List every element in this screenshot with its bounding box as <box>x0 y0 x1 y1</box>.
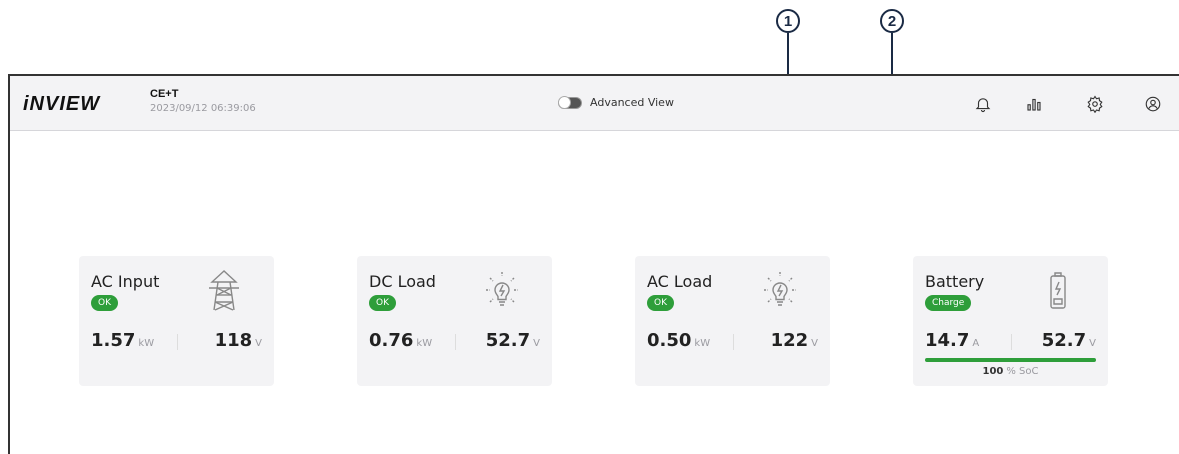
callout-2: 2 <box>880 9 904 33</box>
card-dc-load[interactable]: DC Load OK 0.76 kW 52.7 V <box>357 256 552 386</box>
status-badge: Charge <box>925 295 972 311</box>
soc-progress-fill <box>925 358 1096 362</box>
card-title: DC Load <box>369 272 436 291</box>
card-values: 0.76 kW 52.7 V <box>369 330 540 354</box>
voltage-value: 122 V <box>770 330 818 351</box>
header-bar: iNVIEW CE+T 2023/09/12 06:39:06 Advanced… <box>10 76 1179 131</box>
power-value: 0.76 kW <box>369 330 433 351</box>
pylon-icon <box>204 268 244 312</box>
status-badge: OK <box>369 295 396 311</box>
site-name: CE+T <box>150 88 179 100</box>
divider <box>455 334 456 350</box>
advanced-view-label: Advanced View <box>590 96 674 109</box>
divider <box>1011 334 1012 350</box>
battery-icon <box>1038 268 1078 312</box>
advanced-view-toggle[interactable] <box>558 95 582 109</box>
soc-label: 100% SoC <box>982 366 1039 377</box>
app-window: iNVIEW CE+T 2023/09/12 06:39:06 Advanced… <box>8 74 1179 454</box>
bulb-icon <box>482 268 522 312</box>
card-values: 1.57 kW 118 V <box>91 330 262 354</box>
timestamp: 2023/09/12 06:39:06 <box>150 103 256 114</box>
gear-icon[interactable] <box>1085 94 1105 114</box>
app-logo: iNVIEW <box>23 93 101 115</box>
card-battery[interactable]: Battery Charge 14.7 A 52.7 V 100% SoC <box>913 256 1108 386</box>
status-badge: OK <box>647 295 674 311</box>
card-ac-input[interactable]: AC Input OK 1.57 kW 118 V <box>79 256 274 386</box>
soc-progress-bar <box>925 358 1096 362</box>
card-values: 14.7 A 52.7 V <box>925 330 1096 354</box>
callout-1: 1 <box>776 9 800 33</box>
advanced-view-toggle-group[interactable]: Advanced View <box>558 95 674 109</box>
power-value: 1.57 kW <box>91 330 155 351</box>
current-value: 14.7 A <box>925 330 980 351</box>
bell-icon[interactable] <box>973 94 993 114</box>
card-values: 0.50 kW 122 V <box>647 330 818 354</box>
divider <box>733 334 734 350</box>
divider <box>177 334 178 350</box>
bar-chart-icon[interactable] <box>1024 94 1044 114</box>
user-icon[interactable] <box>1143 94 1163 114</box>
voltage-value: 52.7 V <box>485 330 540 351</box>
card-ac-load[interactable]: AC Load OK 0.50 kW 122 V <box>635 256 830 386</box>
voltage-value: 52.7 V <box>1041 330 1096 351</box>
power-value: 0.50 kW <box>647 330 711 351</box>
card-title: AC Input <box>91 272 160 291</box>
card-title: AC Load <box>647 272 713 291</box>
voltage-value: 118 V <box>214 330 262 351</box>
status-badge: OK <box>91 295 118 311</box>
bulb-icon <box>760 268 800 312</box>
card-title: Battery <box>925 272 985 291</box>
site-info: CE+T 2023/09/12 06:39:06 <box>150 88 256 114</box>
